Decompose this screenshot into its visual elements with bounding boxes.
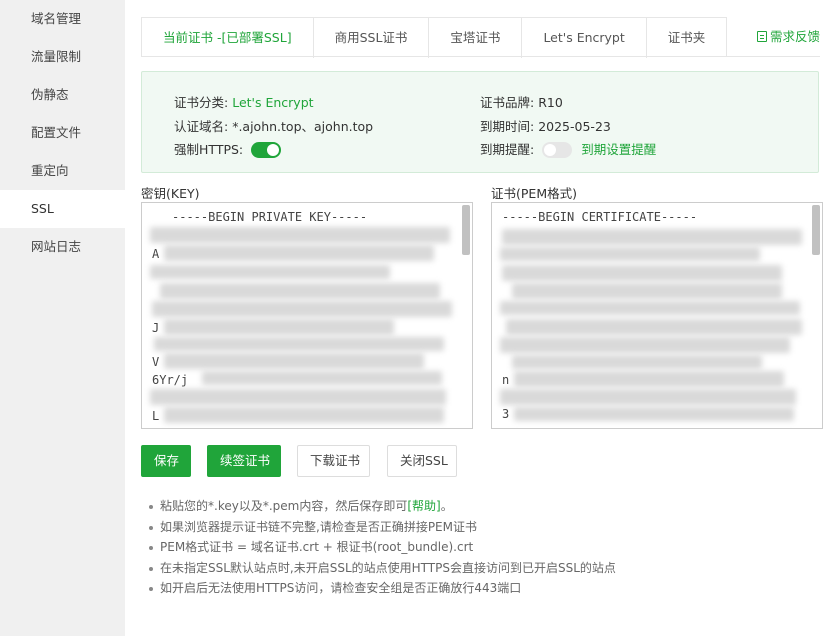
- expire-reminder-link[interactable]: 到期设置提醒: [581, 142, 656, 157]
- key-line: 6Yr/j: [152, 373, 189, 387]
- cert-category-value: Let's Encrypt: [232, 95, 314, 110]
- sidebar-item-redirect[interactable]: 重定向: [0, 152, 125, 190]
- cert-expire: 到期时间: 2025-05-23: [480, 116, 611, 135]
- key-scrollbar[interactable]: [462, 205, 470, 255]
- redacted-block: [150, 389, 446, 405]
- redacted-block: [500, 247, 760, 261]
- tip-text-end: 。: [440, 499, 453, 513]
- sidebar: 域名管理 流量限制 伪静态 配置文件 重定向 SSL 网站日志: [0, 0, 125, 636]
- cert-domain: 认证域名: *.ajohn.top、ajohn.top: [174, 116, 373, 135]
- redacted-block: [164, 407, 444, 423]
- redacted-block: [500, 301, 800, 315]
- sidebar-item-rewrite[interactable]: 伪静态: [0, 76, 125, 114]
- feedback-link[interactable]: 需求反馈: [756, 26, 820, 45]
- force-https: 强制HTTPS:: [174, 139, 282, 158]
- redacted-block: [152, 301, 452, 317]
- ssl-tabs: 当前证书 -[已部署SSL] 商用SSL证书 宝塔证书 Let's Encryp…: [141, 17, 728, 58]
- main-panel: 当前证书 -[已部署SSL] 商用SSL证书 宝塔证书 Let's Encryp…: [125, 0, 834, 636]
- key-label: 密钥(KEY): [141, 186, 200, 201]
- tab-bt-cert[interactable]: 宝塔证书: [429, 18, 523, 58]
- save-button[interactable]: 保存: [141, 445, 191, 477]
- cert-label: 证书(PEM格式): [491, 186, 577, 201]
- force-https-toggle[interactable]: [251, 142, 282, 158]
- cert-brand-value: R10: [538, 95, 563, 110]
- cert-expire-value: 2025-05-23: [538, 119, 611, 134]
- cert-brand: 证书品牌: R10: [480, 92, 563, 111]
- cert-domain-label: 认证域名:: [174, 119, 229, 134]
- cert-info-box: 证书分类: Let's Encrypt 证书品牌: R10 认证域名: *.aj…: [141, 71, 819, 173]
- renew-cert-button[interactable]: 续签证书: [207, 445, 281, 477]
- redacted-block: [500, 389, 796, 405]
- cert-textarea[interactable]: -----BEGIN CERTIFICATE----- n 3: [491, 202, 823, 429]
- expire-reminder-toggle[interactable]: [542, 142, 573, 158]
- cert-brand-label: 证书品牌:: [480, 95, 535, 110]
- key-line: V: [152, 355, 160, 369]
- force-https-label: 强制HTTPS:: [174, 142, 244, 157]
- cert-scrollbar[interactable]: [812, 205, 820, 255]
- tip-item: 在未指定SSL默认站点时,未开启SSL的站点使用HTTPS会直接访问到已开启SS…: [145, 558, 616, 579]
- tips-list: 粘贴您的*.key以及*.pem内容，然后保存即可[帮助]。 如果浏览器提示证书…: [145, 496, 616, 599]
- cert-begin-line: -----BEGIN CERTIFICATE-----: [502, 210, 698, 224]
- cert-category-label: 证书分类:: [174, 95, 229, 110]
- redacted-block: [164, 319, 394, 335]
- tab-lets-encrypt[interactable]: Let's Encrypt: [522, 18, 647, 58]
- tab-commercial-ssl[interactable]: 商用SSL证书: [313, 18, 430, 58]
- redacted-block: [506, 319, 802, 335]
- redacted-block: [500, 337, 790, 353]
- redacted-block: [512, 355, 762, 369]
- cert-line: n: [502, 373, 510, 387]
- cert-expire-label: 到期时间:: [480, 119, 535, 134]
- sidebar-item-logs[interactable]: 网站日志: [0, 228, 125, 266]
- feedback-icon: [756, 31, 767, 42]
- key-begin-line: -----BEGIN PRIVATE KEY-----: [172, 210, 368, 224]
- expire-reminder-label: 到期提醒:: [480, 142, 535, 157]
- redacted-block: [160, 283, 440, 299]
- redacted-block: [154, 337, 444, 351]
- tip-item: 如果浏览器提示证书链不完整,请检查是否正确拼接PEM证书: [145, 517, 616, 538]
- cert-domain-value: *.ajohn.top、ajohn.top: [232, 119, 374, 134]
- sidebar-item-ssl[interactable]: SSL: [0, 190, 125, 228]
- toggle-knob: [544, 144, 557, 156]
- redacted-block: [502, 265, 782, 281]
- feedback-label: 需求反馈: [769, 29, 820, 44]
- sidebar-item-config[interactable]: 配置文件: [0, 114, 125, 152]
- redacted-block: [502, 229, 802, 245]
- tabs-divider: [141, 56, 820, 57]
- key-line: L: [152, 409, 160, 423]
- key-line: A: [152, 247, 160, 261]
- cert-line: 3: [502, 407, 510, 421]
- tab-current-cert[interactable]: 当前证书 -[已部署SSL]: [142, 18, 314, 58]
- tab-cert-folder[interactable]: 证书夹: [646, 18, 727, 58]
- redacted-block: [514, 407, 794, 421]
- expire-reminder: 到期提醒: 到期设置提醒: [480, 139, 656, 158]
- help-link[interactable]: [帮助]: [407, 499, 440, 513]
- close-ssl-button[interactable]: 关闭SSL: [387, 445, 457, 477]
- download-cert-button[interactable]: 下载证书: [297, 445, 370, 477]
- toggle-knob: [267, 144, 280, 156]
- redacted-block: [514, 371, 784, 387]
- redacted-block: [150, 227, 450, 243]
- cert-category: 证书分类: Let's Encrypt: [174, 92, 314, 111]
- tip-item: PEM格式证书 = 域名证书.crt + 根证书(root_bundle).cr…: [145, 537, 616, 558]
- key-line: J: [152, 321, 160, 335]
- tip-item: 如开启后无法使用HTTPS访问，请检查安全组是否正确放行443端口: [145, 578, 616, 599]
- redacted-block: [164, 245, 434, 261]
- redacted-block: [202, 371, 442, 385]
- sidebar-item-traffic-limit[interactable]: 流量限制: [0, 38, 125, 76]
- redacted-block: [512, 283, 782, 299]
- redacted-block: [164, 353, 424, 369]
- redacted-block: [150, 265, 390, 279]
- key-textarea[interactable]: -----BEGIN PRIVATE KEY----- A J V 6Yr/j …: [141, 202, 473, 429]
- tip-item: 粘贴您的*.key以及*.pem内容，然后保存即可[帮助]。: [145, 496, 616, 517]
- tip-text: 粘贴您的*.key以及*.pem内容，然后保存即可: [160, 499, 408, 513]
- sidebar-item-domain[interactable]: 域名管理: [0, 0, 125, 38]
